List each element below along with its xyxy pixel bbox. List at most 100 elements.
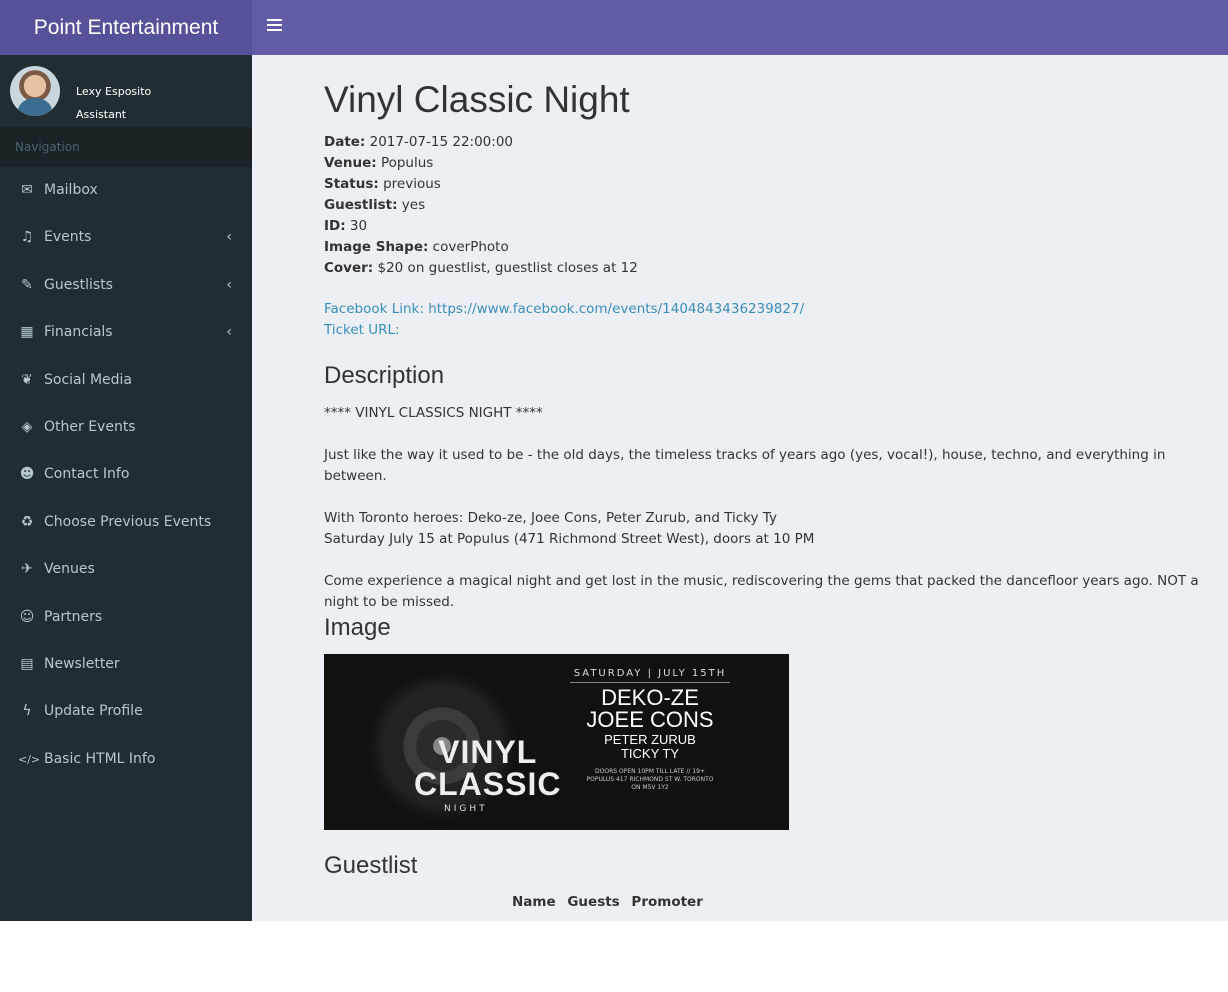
column-header-promoter[interactable]: Promoter bbox=[631, 894, 702, 910]
sidebar-item-guestlists[interactable]: ✎ Guestlists ‹ bbox=[0, 262, 252, 309]
top-navbar: Point Entertainment bbox=[0, 0, 1228, 55]
guestlist-heading: Guestlist bbox=[324, 852, 418, 879]
flyer-title-line: CLASSIC bbox=[414, 766, 562, 802]
sidebar-item-label: Events bbox=[44, 229, 92, 246]
paw-icon: ❦ bbox=[21, 371, 33, 388]
description-line: **** VINYL CLASSICS NIGHT **** bbox=[324, 405, 543, 421]
event-field: Venue: Populus bbox=[324, 153, 638, 174]
bolt-icon: ϟ bbox=[22, 703, 32, 720]
sidebar-item-update-profile[interactable]: ϟ Update Profile bbox=[0, 688, 252, 735]
event-field: Cover: $20 on guestlist, guestlist close… bbox=[324, 258, 638, 279]
nav-section-header: Navigation bbox=[0, 127, 252, 167]
event-field: ID: 30 bbox=[324, 216, 638, 237]
event-field-value: $20 on guestlist, guestlist closes at 12 bbox=[373, 260, 638, 276]
event-field-value: coverPhoto bbox=[428, 239, 509, 255]
event-field-key: Guestlist: bbox=[324, 197, 398, 213]
newspaper-icon: ▤ bbox=[20, 655, 34, 672]
avatar bbox=[10, 66, 60, 116]
description-line: With Toronto heroes: Deko-ze, Joee Cons,… bbox=[324, 508, 1216, 550]
event-field-key: Date: bbox=[324, 134, 366, 150]
description-line: Just like the way it used to be - the ol… bbox=[324, 447, 1166, 484]
sidebar-item-label: Partners bbox=[44, 608, 103, 625]
sidebar-item-other-events[interactable]: ◈ Other Events bbox=[0, 404, 252, 451]
sidebar-item-label: Update Profile bbox=[44, 703, 143, 720]
event-field: Guestlist: yes bbox=[324, 195, 638, 216]
event-field-value: previous bbox=[378, 176, 441, 192]
sidebar-item-social-media[interactable]: ❦ Social Media bbox=[0, 357, 252, 404]
sidebar-item-basic-html-info[interactable]: </> Basic HTML Info bbox=[0, 736, 252, 783]
sidebar-item-choose-previous-events[interactable]: ♻ Choose Previous Events bbox=[0, 499, 252, 546]
page-title: Vinyl Classic Night bbox=[324, 79, 630, 120]
sidebar-item-mailbox[interactable]: ✉ Mailbox bbox=[0, 167, 252, 214]
flyer-artist: TICKY TY bbox=[620, 746, 680, 761]
sidebar-item-label: Mailbox bbox=[44, 182, 98, 198]
event-field: Status: previous bbox=[324, 174, 638, 195]
sidebar-item-label: Other Events bbox=[44, 418, 136, 435]
chevron-left-icon[interactable]: ‹ bbox=[226, 262, 232, 309]
user-role: Assistant bbox=[76, 108, 127, 121]
flyer-night-label: NIGHT bbox=[444, 804, 488, 814]
user-icon: ☻ bbox=[19, 466, 35, 483]
sidebar-item-label: Contact Info bbox=[44, 466, 130, 483]
chevron-left-icon[interactable]: ‹ bbox=[226, 214, 232, 261]
flyer-title: VINYL CLASSIC bbox=[414, 736, 561, 800]
description-body: **** VINYL CLASSICS NIGHT **** Just like… bbox=[324, 403, 1216, 634]
sidebar-item-partners[interactable]: ☺ Partners bbox=[0, 594, 252, 641]
event-field-key: Status: bbox=[324, 176, 379, 192]
facebook-link[interactable]: Facebook Link: https://www.facebook.com/… bbox=[324, 299, 804, 320]
flyer-title-line: VINYL bbox=[438, 734, 538, 770]
guestlist-table-header: Name Guests Promoter bbox=[512, 894, 710, 910]
code-icon: </> bbox=[18, 752, 41, 766]
image-heading: Image bbox=[324, 614, 391, 641]
event-field-value: 2017-07-15 22:00:00 bbox=[365, 134, 513, 150]
event-field: Image Shape: coverPhoto bbox=[324, 237, 638, 258]
sidebar-item-newsletter[interactable]: ▤ Newsletter bbox=[0, 641, 252, 688]
main-content: Vinyl Classic Night Date: 2017-07-15 22:… bbox=[252, 55, 1228, 921]
column-header-name[interactable]: Name bbox=[512, 894, 556, 910]
flyer-date: SATURDAY | JULY 15TH bbox=[570, 668, 730, 683]
flyer-detail-line: ON M5V 1Y2 bbox=[631, 784, 669, 791]
sidebar-item-label: Guestlists bbox=[44, 276, 113, 293]
ticket-icon: ◈ bbox=[21, 418, 33, 435]
music-icon: ♫ bbox=[20, 229, 34, 246]
sidebar-item-label: Newsletter bbox=[44, 655, 120, 672]
flyer-artist: JOEE CONS bbox=[586, 707, 714, 732]
brand-logo[interactable]: Point Entertainment bbox=[0, 0, 252, 55]
sidebar-item-financials[interactable]: ▦ Financials ‹ bbox=[0, 309, 252, 356]
user-panel: Lexy Esposito Assistant bbox=[0, 55, 252, 127]
flyer-details: DOORS OPEN 10PM TILL LATE // 19+ POPULUS… bbox=[570, 768, 730, 792]
description-line: Saturday July 15 at Populus (471 Richmon… bbox=[324, 531, 815, 547]
event-details: Date: 2017-07-15 22:00:00 Venue: Populus S… bbox=[324, 132, 638, 279]
flyer-artist: PETER ZURUB bbox=[604, 732, 696, 747]
description-heading: Description bbox=[324, 362, 445, 389]
event-field: Date: 2017-07-15 22:00:00 bbox=[324, 132, 638, 153]
event-field-key: Image Shape: bbox=[324, 239, 429, 255]
event-links: Facebook Link: https://www.facebook.com/… bbox=[324, 299, 804, 341]
plane-icon: ✈ bbox=[21, 561, 33, 578]
event-field-value: Populus bbox=[376, 155, 434, 171]
sidebar-menu: ✉ Mailbox ♫ Events ‹ ✎ Guestlists ‹ ▦ Financials ‹… bbox=[0, 167, 252, 783]
sidebar-item-contact-info[interactable]: ☻ Contact Info bbox=[0, 451, 252, 498]
ticket-url-link[interactable]: Ticket URL: bbox=[324, 320, 804, 341]
event-field-key: Venue: bbox=[324, 155, 377, 171]
user-name: Lexy Esposito bbox=[76, 85, 152, 98]
sidebar: Lexy Esposito Assistant Navigation ✉ Mail… bbox=[0, 55, 252, 921]
event-field-value: 30 bbox=[345, 218, 368, 234]
envelope-icon: ✉ bbox=[21, 182, 33, 198]
column-header-guests[interactable]: Guests bbox=[567, 894, 619, 910]
sidebar-item-events[interactable]: ♫ Events ‹ bbox=[0, 214, 252, 261]
recycle-icon: ♻ bbox=[20, 513, 34, 530]
chevron-left-icon[interactable]: ‹ bbox=[226, 309, 232, 356]
sidebar-item-label: Basic HTML Info bbox=[44, 750, 156, 767]
event-field-value: yes bbox=[397, 197, 426, 213]
sidebar-item-label: Venues bbox=[44, 561, 95, 578]
pencil-icon: ✎ bbox=[21, 276, 33, 293]
description-line: Come experience a magical night and get … bbox=[324, 573, 1199, 610]
event-field-key: ID: bbox=[324, 218, 346, 234]
calculator-icon: ▦ bbox=[20, 324, 34, 341]
sidebar-toggle-icon[interactable] bbox=[267, 19, 282, 33]
event-field-key: Cover: bbox=[324, 260, 374, 276]
flyer-detail-line: DOORS OPEN 10PM TILL LATE // 19+ bbox=[595, 768, 705, 775]
sidebar-item-venues[interactable]: ✈ Venues bbox=[0, 546, 252, 593]
sidebar-item-label: Social Media bbox=[44, 371, 133, 388]
